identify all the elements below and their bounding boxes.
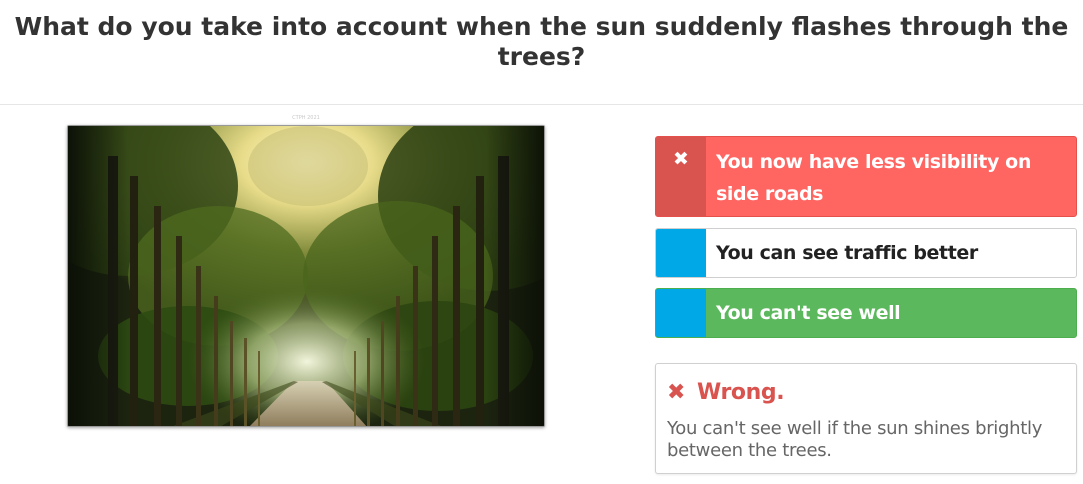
answer-option-2-marker bbox=[656, 229, 706, 277]
feedback-panel: ✖ Wrong. You can't see well if the sun s… bbox=[655, 363, 1077, 474]
question-title: What do you take into account when the s… bbox=[14, 12, 1069, 71]
answer-option-3-marker bbox=[656, 289, 706, 337]
answer-option-2-label: You can see traffic better bbox=[716, 242, 978, 264]
close-icon: ✖ bbox=[667, 380, 686, 405]
answer-option-1-label: You now have less visibility on side roa… bbox=[716, 151, 1031, 205]
close-icon: ✖ bbox=[656, 137, 706, 216]
header-divider bbox=[0, 104, 1083, 105]
feedback-title: Wrong. bbox=[697, 380, 785, 405]
image-caption: CTPH 2021 bbox=[292, 115, 320, 121]
answer-option-3-label: You can't see well bbox=[716, 302, 901, 324]
answer-option-2[interactable]: You can see traffic better bbox=[655, 228, 1077, 278]
tree-road-illustration bbox=[68, 126, 544, 426]
feedback-header: ✖ Wrong. bbox=[667, 378, 1066, 408]
question-image bbox=[67, 125, 545, 427]
answer-option-1[interactable]: ✖ You now have less visibility on side r… bbox=[655, 136, 1077, 217]
feedback-explanation: You can't see well if the sun shines bri… bbox=[667, 418, 1043, 461]
answer-option-3[interactable]: You can't see well bbox=[655, 288, 1077, 338]
